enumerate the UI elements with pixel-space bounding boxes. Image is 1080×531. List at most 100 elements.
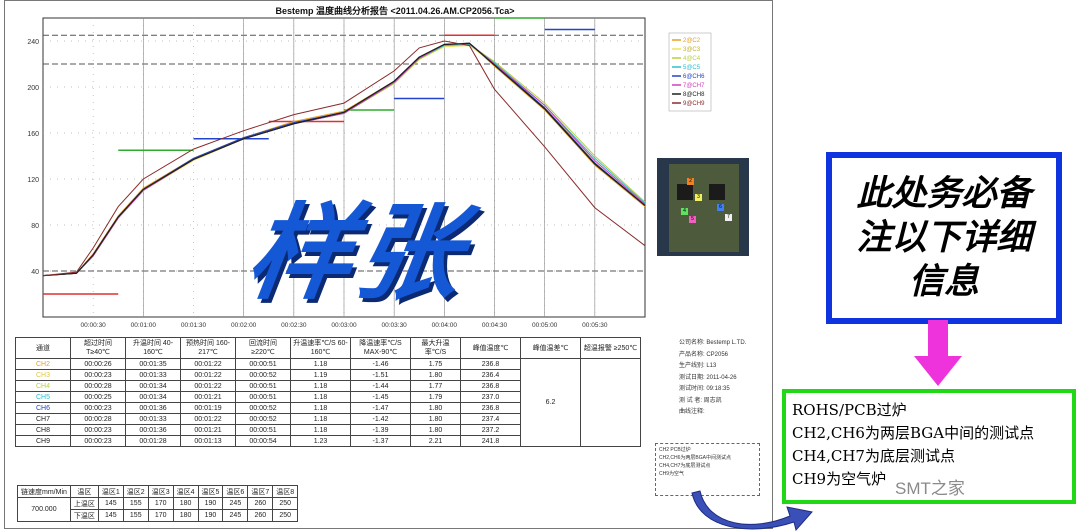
table-cell: 00:00:28	[70, 413, 126, 425]
table-cell: 00:00:26	[70, 358, 126, 370]
table-cell: 00:00:28	[70, 380, 126, 392]
table-cell: 00:01:22	[180, 380, 236, 392]
col-header: 最大升温 率℃/S	[410, 337, 461, 359]
table-cell: -1.44	[350, 380, 411, 392]
legend-entry: 7@CH7	[683, 83, 705, 89]
table-cell: -1.47	[350, 402, 411, 414]
col-header: 升温速率℃/S 60-160℃	[290, 337, 351, 359]
zone-header: 温区	[69, 485, 99, 498]
marker-label: 7	[725, 214, 732, 221]
channel-cell: CH4	[15, 380, 71, 392]
marker-label: 2	[687, 178, 694, 185]
info-line: 测试时间: 09:18:35	[679, 386, 730, 392]
zone-temp: 180	[172, 497, 199, 510]
table-cell: 00:01:34	[125, 391, 181, 403]
col-header: 超温报警 ≥250℃	[580, 337, 641, 359]
note-line: CH2 PCB过炉	[659, 447, 691, 453]
table-row: CH2 00:00:26 00:01:35 00:01:22 00:00:51 1.18-…	[15, 358, 641, 447]
table-cell: 1.80	[410, 413, 461, 425]
legend-entry: 3@C3	[683, 47, 701, 53]
x-tick-label: 00:05:00	[532, 322, 558, 329]
x-tick-label: 00:02:30	[281, 322, 307, 329]
callout-line: CH2,CH6为两层BGA中间的测试点	[792, 424, 1035, 442]
legend-box	[668, 32, 712, 112]
table-cell: 1.80	[410, 369, 461, 381]
zone-temp: 245	[222, 497, 249, 510]
table-cell: 00:01:22	[180, 369, 236, 381]
info-line: 生产线别: L13	[679, 363, 717, 369]
zone-temp: 250	[272, 497, 299, 510]
marker-label: 3	[695, 194, 702, 201]
table-cell: 00:01:21	[180, 424, 236, 436]
y-tick-label: 240	[27, 39, 39, 46]
callout-line: CH4,CH7为底层测试点	[792, 447, 955, 465]
x-tick-label: 00:02:00	[231, 322, 257, 329]
table-cell: 00:00:25	[70, 391, 126, 403]
x-tick-label: 00:01:30	[181, 322, 207, 329]
zone-temp: 155	[122, 497, 149, 510]
info-line: 公司名称: Bestemp L.TD.	[679, 340, 747, 346]
table-cell: 00:01:13	[180, 435, 236, 447]
x-tick-label: 00:03:30	[382, 322, 408, 329]
table-cell: 1.77	[410, 380, 461, 392]
table-cell: -1.42	[350, 413, 411, 425]
col-header: 峰值温差℃	[520, 337, 581, 359]
y-tick-label: 120	[27, 177, 39, 184]
table-cell: 1.19	[290, 369, 351, 381]
table-cell: 1.18	[290, 380, 351, 392]
instruction-callout: 此处务必备注以下详细信息	[826, 152, 1062, 324]
table-cell: 00:01:22	[180, 358, 236, 370]
alarm-cell	[580, 358, 641, 447]
table-cell: 00:01:19	[180, 402, 236, 414]
info-line: 产品名称: CP2056	[679, 351, 729, 358]
table-cell: -1.37	[350, 435, 411, 447]
speed-header-row: 链速度mm/Min 温区 温区1 温区2 温区3 温区4 温区5 温区6 温区7…	[17, 485, 299, 498]
table-cell: 00:01:33	[125, 369, 181, 381]
col-header: 回流时间 ≥220℃	[235, 337, 291, 359]
table-cell: -1.39	[350, 424, 411, 436]
table-cell: 237.2	[460, 424, 521, 436]
table-cell: 00:01:34	[125, 380, 181, 392]
table-cell: 00:00:51	[235, 380, 291, 392]
table-cell: 241.8	[460, 435, 521, 447]
bga-chip	[677, 184, 693, 200]
watermark: SMT之家	[895, 479, 965, 498]
col-header: 超过时间 T≥40℃	[70, 337, 126, 359]
zone-temp: 245	[222, 509, 249, 522]
speed-value: 700.000	[17, 497, 71, 522]
instruction-text: 此处务必备注以下详细信息	[856, 174, 1032, 302]
peak-delta-cell: 6.2	[520, 358, 581, 447]
table-cell: -1.46	[350, 358, 411, 370]
zone-name: 温区6	[222, 485, 249, 498]
table-cell: 2.21	[410, 435, 461, 447]
y-tick-label: 40	[31, 269, 39, 276]
note-line: CH2,CH6为两层BGA中间测试点	[659, 455, 731, 461]
zone-temp: 190	[197, 509, 224, 522]
table-cell: 00:01:33	[125, 413, 181, 425]
y-tick-label: 80	[31, 223, 39, 230]
channel-cell: CH7	[15, 413, 71, 425]
table-header-row: 通道 超过时间 T≥40℃ 升温时间 40-160℃ 预热时间 160-217℃…	[15, 337, 641, 359]
info-line: 测 试 者: 周志凯	[679, 397, 722, 404]
marker-label: 6	[717, 204, 724, 211]
channel-cell: CH9	[15, 435, 71, 447]
zone-temp: 180	[172, 509, 199, 522]
table-cell: 00:00:54	[235, 435, 291, 447]
zone-name: 温区3	[147, 485, 174, 498]
zone-name: 温区5	[197, 485, 224, 498]
table-cell: 237.4	[460, 413, 521, 425]
zone-temp: 250	[272, 509, 299, 522]
legend-entry: 6@CH6	[683, 74, 705, 80]
col-header: 升温时间 40-160℃	[125, 337, 181, 359]
callout-line: ROHS/PCB过炉	[792, 401, 907, 419]
table-cell: 00:01:21	[180, 391, 236, 403]
profile-table: 通道 超过时间 T≥40℃ 升温时间 40-160℃ 预热时间 160-217℃…	[15, 337, 641, 447]
col-header: 预热时间 160-217℃	[180, 337, 236, 359]
table-cell: 00:00:52	[235, 402, 291, 414]
y-tick-label: 160	[27, 131, 39, 138]
marker-label: 5	[689, 216, 696, 223]
y-tick-label: 200	[27, 85, 39, 92]
channel-cell: CH2	[15, 358, 71, 370]
zone-temp: 170	[147, 509, 174, 522]
legend-entry: 4@C4	[683, 56, 701, 62]
